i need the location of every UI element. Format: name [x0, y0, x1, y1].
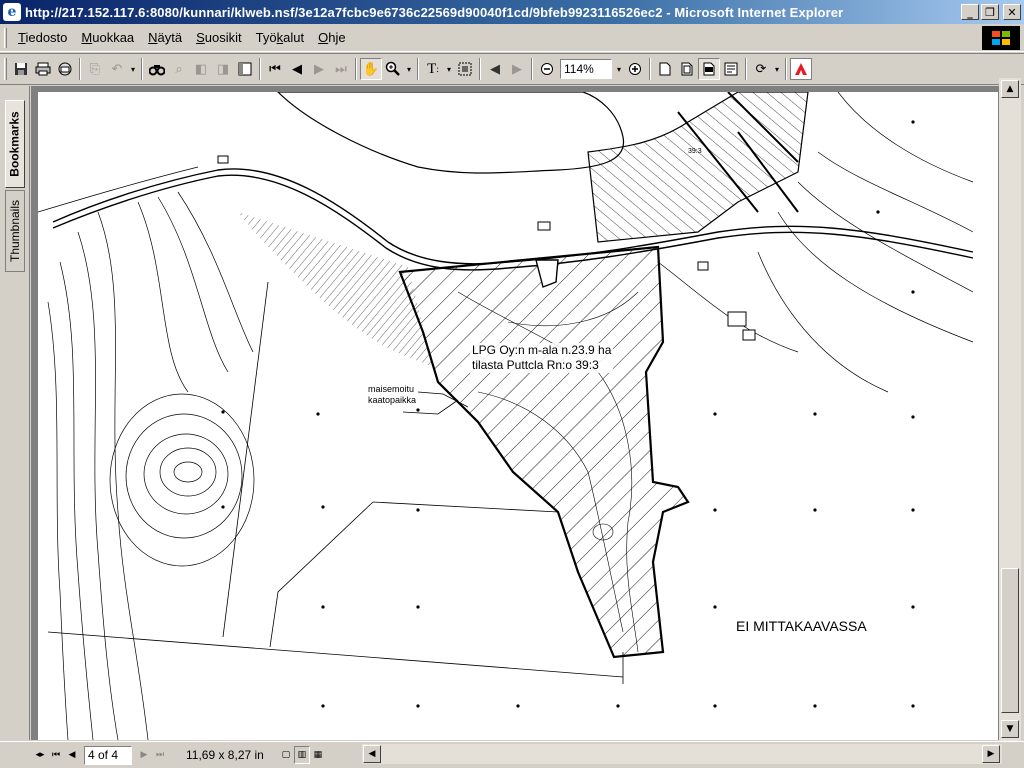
status-previous-page-icon[interactable]: ◀ — [64, 746, 80, 764]
vertical-scrollbar[interactable]: ▲ ▼ — [999, 78, 1021, 741]
undo-dropdown-icon[interactable]: ▾ — [128, 65, 138, 74]
go-forward-icon[interactable]: ▶ — [506, 58, 528, 80]
next-result-icon[interactable]: ◨ — [212, 58, 234, 80]
toolbar-separator — [141, 58, 143, 80]
first-page-icon[interactable]: ⏮ — [264, 58, 286, 80]
status-first-page-icon[interactable]: ⏮ — [48, 746, 64, 764]
toolbar-separator — [479, 58, 481, 80]
toolbar-separator — [531, 58, 533, 80]
continuous-facing-icon[interactable]: ▦ — [310, 746, 326, 764]
toolbar-separator — [649, 58, 651, 80]
scroll-down-button[interactable]: ▼ — [1001, 720, 1019, 738]
fit-page-icon[interactable] — [676, 58, 698, 80]
tab-bookmarks[interactable]: Bookmarks — [5, 100, 25, 188]
scroll-thumb[interactable] — [1001, 568, 1019, 713]
status-next-page-icon[interactable]: ▶ — [136, 746, 152, 764]
menu-grip — [4, 27, 7, 48]
previous-page-icon[interactable]: ◀ — [286, 58, 308, 80]
minimize-button[interactable]: _ — [961, 4, 979, 20]
menu-bar: Tiedosto Muokkaa Näytä Suosikit Työkalut… — [0, 24, 1024, 52]
undo-icon[interactable]: ↶ — [106, 58, 128, 80]
rotate-view-icon[interactable]: ⟳ — [750, 58, 772, 80]
search-icon[interactable]: ⌕ — [168, 58, 190, 80]
window-title: http://217.152.117.6:8080/kunnari/klweb.… — [25, 4, 844, 20]
next-page-icon[interactable]: ▶ — [308, 58, 330, 80]
horizontal-scrollbar[interactable]: ◀ ▶ — [362, 744, 1002, 764]
menu-tiedosto[interactable]: Tiedosto — [11, 27, 74, 49]
windows-logo-icon — [982, 26, 1020, 50]
acrobat-toolbar: ⎘ ↶ ▾ ⌕ ◧ ◨ ⏮ ◀ ▶ ⏭ ✋ ▾ T: ▾ ◀ ▶ 114% ▾ … — [0, 53, 1024, 85]
snapshot-tool-icon[interactable] — [454, 58, 476, 80]
menu-suosikit[interactable]: Suosikit — [189, 27, 249, 49]
zoom-tool-icon[interactable] — [382, 58, 404, 80]
page-size-readout: 11,69 x 8,27 in — [186, 748, 264, 762]
email-icon[interactable] — [54, 58, 76, 80]
previous-result-icon[interactable]: ◧ — [190, 58, 212, 80]
scroll-up-button[interactable]: ▲ — [1001, 80, 1019, 98]
menu-muokkaa[interactable]: Muokkaa — [74, 27, 141, 49]
print-icon[interactable] — [32, 58, 54, 80]
parcel-number: 39:3 — [688, 148, 702, 155]
toolbar-separator — [785, 58, 787, 80]
window-controls: _ ❐ ✕ — [961, 4, 1021, 20]
zoom-in-icon[interactable] — [624, 58, 646, 80]
lpg-parcel — [398, 245, 690, 659]
site-map-drawing — [38, 92, 974, 740]
navigation-panel: Bookmarks Thumbnails — [0, 86, 30, 740]
show-navigation-pane-icon[interactable] — [234, 58, 256, 80]
find-icon[interactable] — [146, 58, 168, 80]
toolbar-separator — [745, 58, 747, 80]
status-bar: ◂▸ ⏮ ◀ 4 of 4 ▶ ⏭ 11,69 x 8,27 in ▢ ▥ ▦ … — [0, 741, 1024, 768]
zoom-tool-dropdown-icon[interactable]: ▾ — [404, 65, 414, 74]
zoom-level-input[interactable]: 114% — [560, 59, 612, 79]
toolbar-separator — [79, 58, 81, 80]
single-page-icon[interactable]: ▢ — [278, 746, 294, 764]
ie-icon: e — [3, 3, 21, 21]
page-number-input[interactable]: 4 of 4 — [84, 745, 132, 765]
text-select-tool-icon[interactable]: T: — [422, 58, 444, 80]
save-icon[interactable] — [10, 58, 32, 80]
restore-button[interactable]: ❐ — [981, 4, 999, 20]
copy-icon[interactable]: ⎘ — [84, 58, 106, 80]
menu-tyokalut[interactable]: Työkalut — [249, 27, 311, 49]
reflow-icon[interactable] — [720, 58, 742, 80]
text-select-dropdown-icon[interactable]: ▾ — [444, 65, 454, 74]
hand-tool-icon[interactable]: ✋ — [360, 58, 382, 80]
resize-panel-icon[interactable]: ◂▸ — [32, 746, 48, 764]
menu-nayta[interactable]: Näytä — [141, 27, 189, 49]
pdf-page: LPG Oy:n m-ala n.23.9 ha tilasta Puttcla… — [38, 92, 998, 740]
scroll-left-button[interactable]: ◀ — [363, 745, 381, 763]
toolbar-grip — [4, 58, 7, 80]
landfill-label: maisemoitu kaatopaikka — [368, 384, 417, 405]
document-view[interactable]: LPG Oy:n m-ala n.23.9 ha tilasta Puttcla… — [31, 86, 999, 740]
zoom-out-icon[interactable] — [536, 58, 558, 80]
title-bar: e http://217.152.117.6:8080/kunnari/klwe… — [0, 0, 1024, 24]
rotate-dropdown-icon[interactable]: ▾ — [772, 65, 782, 74]
close-button[interactable]: ✕ — [1003, 4, 1021, 20]
status-last-page-icon[interactable]: ⏭ — [152, 746, 168, 764]
fit-width-icon[interactable] — [698, 58, 720, 80]
scale-note: EI MITTAKAAVASSA — [736, 618, 867, 634]
toolbar-separator — [259, 58, 261, 80]
lake-shore — [277, 92, 625, 174]
go-back-icon[interactable]: ◀ — [484, 58, 506, 80]
continuous-icon[interactable]: ▥ — [293, 746, 310, 764]
zoom-level-dropdown-icon[interactable]: ▾ — [614, 65, 624, 74]
main-road — [38, 166, 974, 271]
parcel-label: LPG Oy:n m-ala n.23.9 ha tilasta Puttcla… — [470, 343, 614, 373]
last-page-icon[interactable]: ⏭ — [330, 58, 352, 80]
contour-lines — [47, 191, 255, 740]
neighbor-parcel — [587, 92, 809, 243]
menu-ohje[interactable]: Ohje — [311, 27, 352, 49]
toolbar-separator — [355, 58, 357, 80]
tab-thumbnails[interactable]: Thumbnails — [5, 190, 25, 272]
scroll-right-button[interactable]: ▶ — [982, 745, 1000, 763]
actual-size-icon[interactable] — [654, 58, 676, 80]
toolbar-separator — [417, 58, 419, 80]
adobe-logo-icon[interactable] — [790, 58, 812, 80]
